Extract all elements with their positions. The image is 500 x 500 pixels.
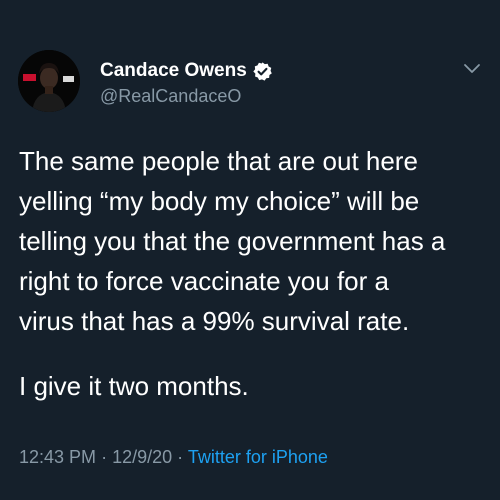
- tweet-text-line: right to force vaccinate you for a: [19, 266, 389, 296]
- verified-badge-icon: [252, 61, 273, 82]
- tweet-source-link[interactable]: Twitter for iPhone: [188, 447, 328, 467]
- tweet-card: Candace Owens @RealCandaceO The same peo…: [0, 0, 500, 500]
- chevron-down-icon[interactable]: [462, 62, 482, 76]
- tweet-text: The same people that are out here yellin…: [19, 141, 489, 341]
- tweet-date[interactable]: 12/9/20: [112, 447, 172, 467]
- tweet-text-line: The same people that are out here: [19, 146, 418, 176]
- tweet-text-line: telling you that the government has a: [19, 226, 446, 256]
- tweet-meta: 12:43 PM · 12/9/20 · Twitter for iPhone: [19, 444, 328, 470]
- tweet-text-line: yelling “my body my choice” will be: [19, 186, 420, 216]
- meta-separator: ·: [101, 447, 108, 467]
- author-name-row: Candace Owens: [100, 59, 273, 83]
- author-handle[interactable]: @RealCandaceO: [100, 84, 241, 108]
- tweet-time[interactable]: 12:43 PM: [19, 447, 96, 467]
- meta-separator: ·: [177, 447, 184, 467]
- tweet-text-second-paragraph: I give it two months.: [19, 371, 249, 401]
- display-name[interactable]: Candace Owens: [100, 59, 247, 83]
- profile-photo-icon: [18, 50, 80, 112]
- tweet-text-line: virus that has a 99% survival rate.: [19, 306, 410, 336]
- avatar[interactable]: [18, 50, 80, 112]
